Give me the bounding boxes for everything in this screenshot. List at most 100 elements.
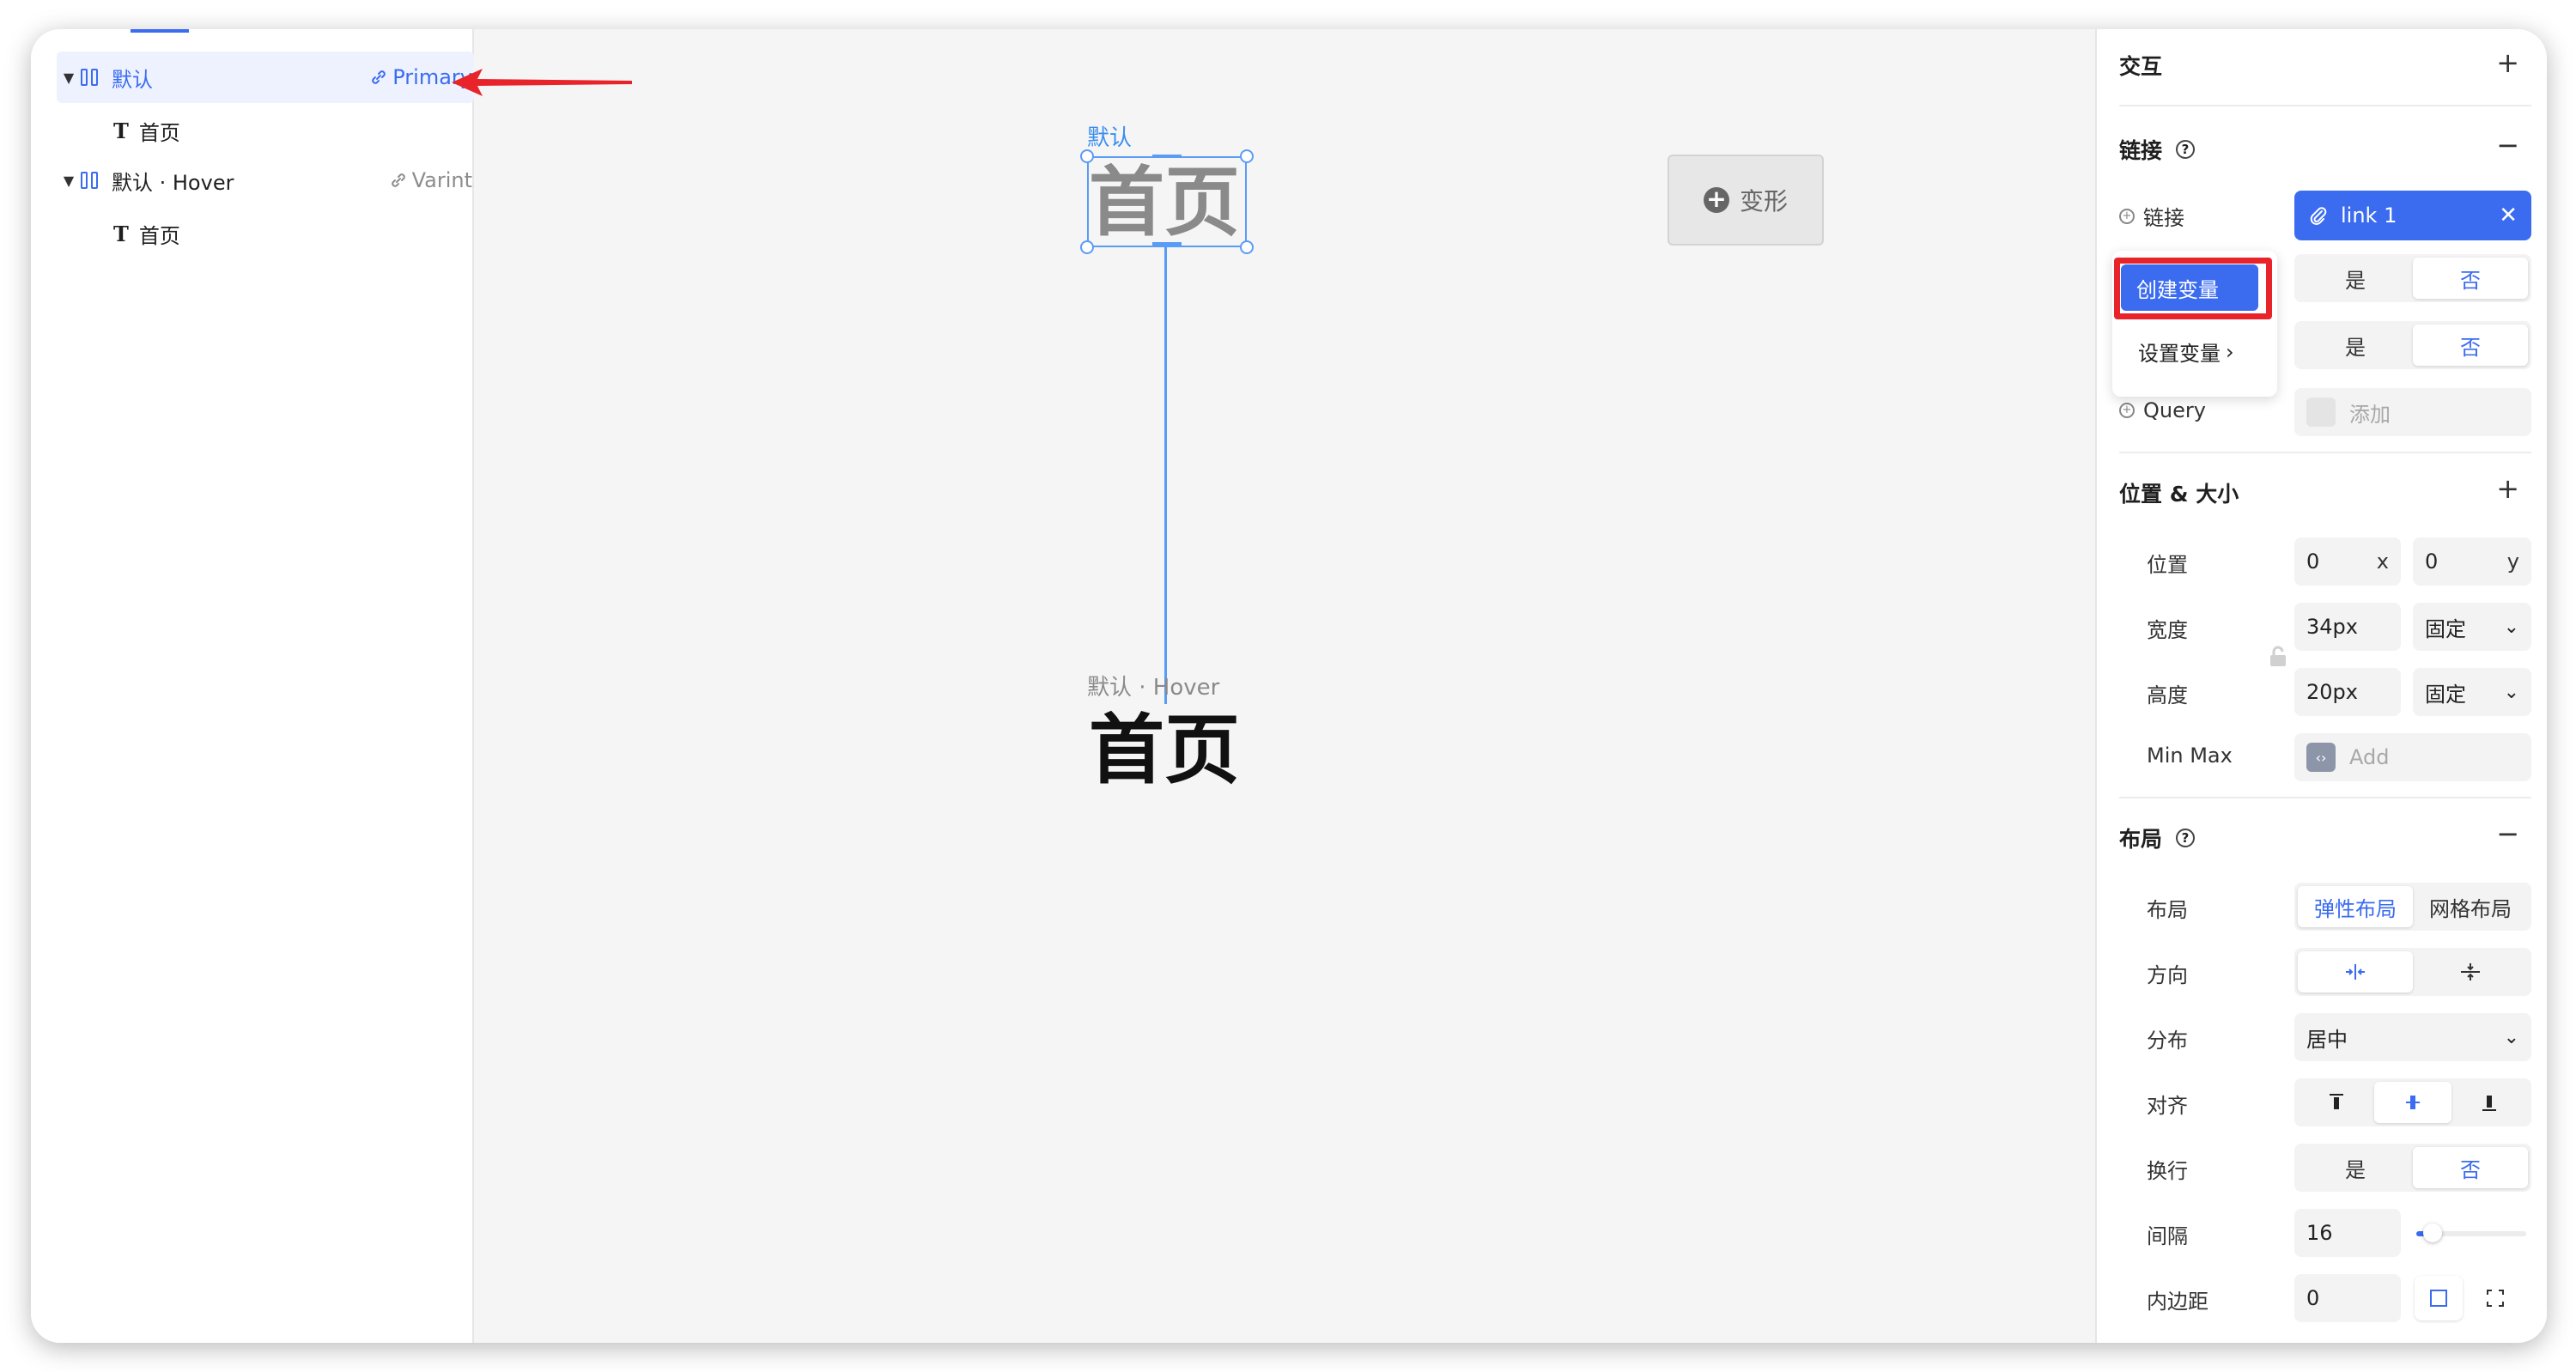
canvas[interactable]: 默认 首页 默认 · Hover 首页 + 变形 bbox=[474, 29, 2126, 1343]
individual-padding-icon[interactable] bbox=[2471, 1276, 2519, 1320]
link-toggle-1[interactable]: 是 否 bbox=[2294, 254, 2531, 302]
selection-box[interactable] bbox=[1087, 156, 1247, 247]
transform-button[interactable]: + 变形 bbox=[1668, 155, 1824, 246]
divider bbox=[2119, 105, 2531, 106]
link-icon bbox=[391, 173, 405, 187]
frame-label-hover[interactable]: 默认 · Hover bbox=[1087, 670, 1219, 701]
align-toggle[interactable] bbox=[2294, 1078, 2531, 1126]
layout-label: 布局 bbox=[2147, 898, 2188, 922]
gap-slider[interactable] bbox=[2416, 1223, 2526, 1242]
help-icon[interactable]: ? bbox=[2176, 829, 2196, 847]
expand-triangle-icon[interactable]: ▼ bbox=[57, 173, 81, 189]
resize-handle[interactable] bbox=[1240, 240, 1254, 254]
vertical-direction-icon[interactable] bbox=[2413, 951, 2528, 993]
wrap-no[interactable]: 否 bbox=[2413, 1147, 2528, 1188]
query-input[interactable]: 添加 bbox=[2294, 388, 2531, 436]
chevron-down-icon: ⌄ bbox=[2503, 1026, 2519, 1048]
slider-knob[interactable] bbox=[2423, 1223, 2442, 1242]
grid-layout-option[interactable]: 网格布局 bbox=[2413, 886, 2528, 927]
frame-icon bbox=[81, 171, 103, 190]
toggle-yes[interactable]: 是 bbox=[2298, 325, 2413, 366]
layer-tag[interactable]: Varint bbox=[390, 168, 472, 192]
toggle-yes[interactable]: 是 bbox=[2298, 258, 2413, 299]
top-edge-handle[interactable] bbox=[1152, 155, 1182, 158]
wrap-label: 换行 bbox=[2147, 1159, 2188, 1183]
minmax-input[interactable]: ‹› Add bbox=[2294, 733, 2531, 781]
add-interaction-button[interactable]: + bbox=[2496, 49, 2519, 76]
layer-item-default-child[interactable]: T 首页 bbox=[113, 105, 457, 156]
plus-circle-icon[interactable]: + bbox=[2119, 208, 2135, 224]
resize-handle[interactable] bbox=[1080, 240, 1094, 254]
align-top-icon[interactable] bbox=[2298, 1082, 2374, 1123]
set-variable-menu-item[interactable]: 设置变量 › bbox=[2138, 337, 2234, 367]
chevron-down-icon: ⌄ bbox=[2503, 681, 2519, 703]
link-label: + 链接 bbox=[2119, 201, 2184, 231]
toggle-no[interactable]: 否 bbox=[2413, 325, 2528, 366]
connection-line bbox=[1164, 247, 1167, 704]
layer-item-hover[interactable]: ▼ 默认 · Hover Varint bbox=[57, 155, 474, 206]
width-mode-select[interactable]: 固定 ⌄ bbox=[2413, 603, 2531, 651]
direction-label: 方向 bbox=[2147, 963, 2188, 987]
flex-layout-option[interactable]: 弹性布局 bbox=[2298, 886, 2413, 927]
close-icon[interactable]: ✕ bbox=[2499, 203, 2518, 228]
distribution-select[interactable]: 居中 ⌄ bbox=[2294, 1013, 2531, 1061]
link-icon bbox=[372, 70, 386, 84]
resize-handle[interactable] bbox=[1080, 149, 1094, 163]
wrap-toggle[interactable]: 是 否 bbox=[2294, 1144, 2531, 1192]
properties-panel: 交互 + 链接 ? − + 链接 link 1 ✕ 是 否 是 否 + Quer… bbox=[2095, 29, 2547, 1343]
resize-handle[interactable] bbox=[1240, 149, 1254, 163]
text-layer-icon: T bbox=[113, 221, 129, 246]
y-input[interactable]: 0y bbox=[2413, 537, 2531, 586]
height-input[interactable]: 20px bbox=[2294, 668, 2401, 716]
app-window: ▼ 默认 Primary T 首页 ▼ 默认 · Hover Varint T … bbox=[31, 29, 2547, 1343]
chevron-down-icon: ⌄ bbox=[2503, 616, 2519, 638]
layer-name: 默认 · Hover bbox=[112, 170, 234, 195]
home-text-hover[interactable]: 首页 bbox=[1089, 707, 1240, 793]
frame-icon bbox=[81, 68, 103, 87]
horizontal-direction-icon[interactable] bbox=[2298, 951, 2413, 993]
layer-item-hover-child[interactable]: T 首页 bbox=[113, 208, 457, 259]
add-position-button[interactable]: + bbox=[2496, 475, 2519, 502]
align-bottom-icon[interactable] bbox=[2451, 1082, 2528, 1123]
bottom-edge-handle[interactable] bbox=[1152, 242, 1182, 246]
collapse-layout-button[interactable]: − bbox=[2496, 820, 2519, 847]
transform-label: 变形 bbox=[1739, 187, 1788, 216]
height-label: 高度 bbox=[2147, 683, 2188, 707]
position-label: 位置 bbox=[2147, 553, 2188, 577]
image-thumb-icon bbox=[2306, 398, 2336, 427]
layer-tag-label: Varint bbox=[411, 168, 472, 192]
query-placeholder: 添加 bbox=[2349, 402, 2391, 427]
variable-popup-menu: 创建变量 设置变量 › bbox=[2112, 251, 2277, 397]
layer-item-default[interactable]: ▼ 默认 Primary bbox=[57, 52, 474, 103]
link-toggle-2[interactable]: 是 否 bbox=[2294, 321, 2531, 369]
toggle-no[interactable]: 否 bbox=[2413, 258, 2528, 299]
collapse-link-button[interactable]: − bbox=[2496, 131, 2519, 159]
layer-name: 首页 bbox=[138, 223, 180, 248]
link-value-chip[interactable]: link 1 ✕ bbox=[2294, 191, 2531, 240]
frame-label-default[interactable]: 默认 bbox=[1087, 120, 1132, 152]
expand-triangle-icon[interactable]: ▼ bbox=[57, 70, 81, 86]
width-label: 宽度 bbox=[2147, 618, 2188, 642]
direction-toggle[interactable] bbox=[2294, 948, 2531, 996]
padding-input[interactable]: 0 bbox=[2294, 1274, 2401, 1322]
gap-input[interactable]: 16 bbox=[2294, 1209, 2401, 1257]
active-tab-indicator bbox=[131, 29, 189, 33]
height-mode-select[interactable]: 固定 ⌄ bbox=[2413, 668, 2531, 716]
chevron-right-icon: › bbox=[2226, 339, 2234, 364]
section-position-size-title: 位置 & 大小 bbox=[2119, 482, 2239, 507]
width-input[interactable]: 34px bbox=[2294, 603, 2401, 651]
plus-circle-icon[interactable]: + bbox=[2119, 403, 2135, 418]
wrap-yes[interactable]: 是 bbox=[2298, 1147, 2413, 1188]
layout-type-toggle[interactable]: 弹性布局 网格布局 bbox=[2294, 883, 2531, 931]
align-label: 对齐 bbox=[2147, 1094, 2188, 1118]
lock-icon[interactable] bbox=[2269, 646, 2287, 668]
plus-circle-icon: + bbox=[1703, 187, 1729, 213]
uniform-padding-icon[interactable] bbox=[2415, 1276, 2463, 1320]
align-center-icon[interactable] bbox=[2374, 1082, 2451, 1123]
x-input[interactable]: 0x bbox=[2294, 537, 2401, 586]
divider bbox=[2119, 452, 2531, 453]
help-icon[interactable]: ? bbox=[2176, 140, 2196, 159]
section-link-title: 链接 ? bbox=[2119, 134, 2196, 165]
paperclip-icon bbox=[2310, 207, 2327, 225]
minmax-label: Min Max bbox=[2147, 744, 2233, 768]
